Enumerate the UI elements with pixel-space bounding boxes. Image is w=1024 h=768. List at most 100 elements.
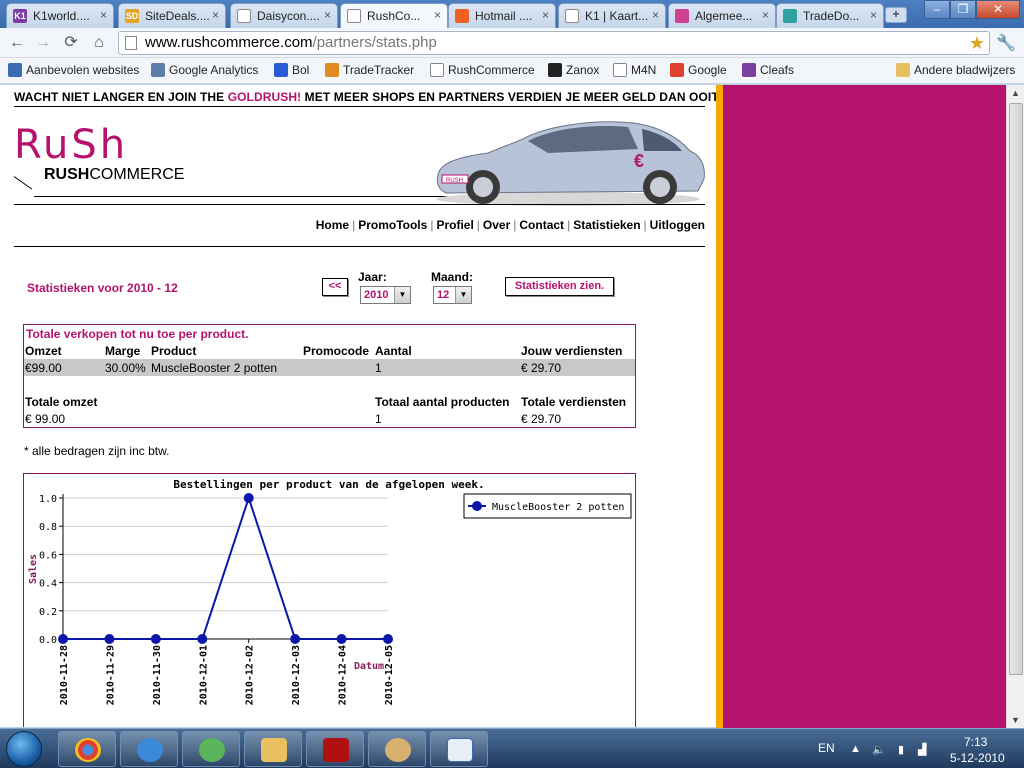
nav-link-statistieken[interactable]: Statistieken bbox=[573, 218, 640, 232]
wordpad-taskbar-button[interactable] bbox=[430, 731, 488, 767]
tab-close-icon[interactable]: × bbox=[100, 8, 107, 22]
scroll-up-icon[interactable]: ▲ bbox=[1011, 88, 1020, 98]
scroll-down-icon[interactable]: ▼ bbox=[1011, 715, 1020, 725]
close-window-button[interactable]: ✕ bbox=[976, 0, 1020, 19]
tab-close-icon[interactable]: × bbox=[652, 8, 659, 22]
page-scrollbar[interactable]: ▲ ▼ bbox=[1006, 85, 1024, 728]
cell-aantal: 1 bbox=[375, 361, 382, 375]
start-button[interactable] bbox=[6, 731, 42, 767]
tab-close-icon[interactable]: × bbox=[762, 8, 769, 22]
wrench-icon[interactable]: 🔧 bbox=[996, 33, 1016, 53]
nav-link-home[interactable]: Home bbox=[316, 218, 349, 232]
tab-close-icon[interactable]: × bbox=[324, 8, 331, 22]
previous-month-button[interactable]: << bbox=[322, 278, 348, 296]
scrollbar-thumb[interactable] bbox=[1009, 103, 1023, 675]
x-tick-label: 2010-11-28 bbox=[59, 645, 70, 705]
tab-6[interactable]: Algemee... × bbox=[668, 3, 776, 28]
bookmark-label: Zanox bbox=[566, 63, 600, 77]
bookmark-8[interactable]: Cleafs bbox=[742, 63, 794, 77]
tab-3[interactable]: RushCo... × bbox=[340, 3, 448, 28]
paint-taskbar-button[interactable] bbox=[368, 731, 426, 767]
ie-taskbar-button[interactable] bbox=[120, 731, 178, 767]
bookmark-2[interactable]: Bol bbox=[274, 63, 309, 77]
nav-separator: | bbox=[352, 218, 356, 232]
acrobat-taskbar-button[interactable] bbox=[306, 731, 364, 767]
bookmark-9[interactable]: Andere bladwijzers bbox=[896, 63, 1015, 77]
new-tab-button[interactable]: + bbox=[885, 7, 907, 23]
bookmark-icon bbox=[151, 63, 165, 77]
url-host: www.rushcommerce.com bbox=[145, 34, 313, 51]
logo-wordmark: RUSHCOMMERCE bbox=[44, 166, 184, 184]
tab-close-icon[interactable]: × bbox=[212, 8, 219, 22]
bookmark-7[interactable]: Google bbox=[670, 63, 727, 77]
tab-strip: K1 K1world.... × SD SiteDeals.... × Daisycon..… bbox=[0, 0, 1024, 28]
tab-favicon-icon bbox=[455, 9, 469, 23]
reload-icon[interactable]: ⟳ bbox=[60, 33, 82, 53]
year-select[interactable]: 2010 ▼ bbox=[360, 286, 411, 304]
back-arrow-icon[interactable]: ← bbox=[6, 33, 28, 53]
chrome-taskbar-button[interactable] bbox=[58, 731, 116, 767]
year-label: Jaar: bbox=[358, 270, 387, 284]
nav-link-uitloggen[interactable]: Uitloggen bbox=[650, 218, 705, 232]
data-point bbox=[383, 634, 393, 644]
tab-close-icon[interactable]: × bbox=[870, 8, 877, 22]
data-point bbox=[58, 634, 68, 644]
col-marge: Marge bbox=[105, 344, 141, 358]
maximize-button[interactable]: ❐ bbox=[950, 0, 976, 19]
bookmarks-bar: Aanbevolen websites Google Analytics Bol Tr… bbox=[0, 58, 1024, 84]
nav-link-over[interactable]: Over bbox=[483, 218, 510, 232]
tab-close-icon[interactable]: × bbox=[434, 8, 441, 22]
minimize-button[interactable]: – bbox=[924, 0, 950, 19]
x-tick-label: 2010-12-03 bbox=[291, 645, 302, 705]
show-statistics-button[interactable]: Statistieken zien. bbox=[505, 277, 614, 296]
nav-link-profiel[interactable]: Profiel bbox=[436, 218, 473, 232]
battery-icon[interactable]: ▮ bbox=[898, 743, 904, 756]
clock-date[interactable]: 5-12-2010 bbox=[950, 751, 1005, 765]
month-select[interactable]: 12 ▼ bbox=[433, 286, 472, 304]
volume-icon[interactable]: 🔈 bbox=[872, 743, 886, 756]
tab-title: Hotmail .... bbox=[475, 9, 533, 23]
tab-1[interactable]: SD SiteDeals.... × bbox=[118, 3, 226, 28]
logo-rush: RUSH bbox=[44, 166, 90, 183]
bookmark-0[interactable]: Aanbevolen websites bbox=[8, 63, 139, 77]
nav-separator: | bbox=[430, 218, 434, 232]
logo[interactable]: RuSh bbox=[14, 125, 128, 165]
bookmark-icon bbox=[896, 63, 910, 77]
bookmark-1[interactable]: Google Analytics bbox=[151, 63, 258, 77]
show-hidden-icons[interactable]: ▲ bbox=[850, 743, 861, 755]
bookmark-star-icon[interactable]: ★ bbox=[969, 32, 985, 54]
tab-4[interactable]: Hotmail .... × bbox=[448, 3, 556, 28]
network-icon[interactable]: ▟ bbox=[918, 743, 926, 756]
y-axis-label: Sales bbox=[28, 554, 39, 584]
total-verdiensten-value: € 29.70 bbox=[521, 412, 562, 426]
x-tick-label: 2010-12-05 bbox=[384, 645, 395, 705]
tab-title: Daisycon.... bbox=[257, 9, 320, 23]
explorer-taskbar-button[interactable] bbox=[244, 731, 302, 767]
bookmark-4[interactable]: RushCommerce bbox=[430, 63, 535, 77]
cell-omzet: €99.00 bbox=[25, 361, 62, 375]
address-bar[interactable]: www.rushcommerce.com/partners/stats.php … bbox=[118, 31, 990, 55]
tab-5[interactable]: K1 | Kaart... × bbox=[558, 3, 666, 28]
tab-favicon-icon: K1 bbox=[13, 9, 27, 23]
month-select-value: 12 bbox=[437, 289, 450, 301]
bookmark-label: Aanbevolen websites bbox=[26, 63, 140, 77]
bookmark-icon bbox=[613, 63, 627, 77]
tab-title: K1world.... bbox=[33, 9, 90, 23]
bookmark-3[interactable]: TradeTracker bbox=[325, 63, 414, 77]
tab-0[interactable]: K1 K1world.... × bbox=[6, 3, 114, 28]
forward-arrow-icon[interactable]: → bbox=[32, 33, 54, 53]
language-indicator[interactable]: EN bbox=[818, 741, 835, 755]
bookmark-6[interactable]: M4N bbox=[613, 63, 656, 77]
tab-7[interactable]: TradeDo... × bbox=[776, 3, 884, 28]
nav-link-promotools[interactable]: PromoTools bbox=[358, 218, 427, 232]
bookmark-icon bbox=[430, 63, 444, 77]
clock-time[interactable]: 7:13 bbox=[964, 735, 987, 749]
nav-link-contact[interactable]: Contact bbox=[519, 218, 564, 232]
nav-separator: | bbox=[513, 218, 517, 232]
tab-2[interactable]: Daisycon.... × bbox=[230, 3, 338, 28]
home-icon[interactable]: ⌂ bbox=[88, 33, 110, 53]
logo-commerce: COMMERCE bbox=[89, 166, 185, 183]
messenger-taskbar-button[interactable] bbox=[182, 731, 240, 767]
bookmark-5[interactable]: Zanox bbox=[548, 63, 599, 77]
tab-close-icon[interactable]: × bbox=[542, 8, 549, 22]
